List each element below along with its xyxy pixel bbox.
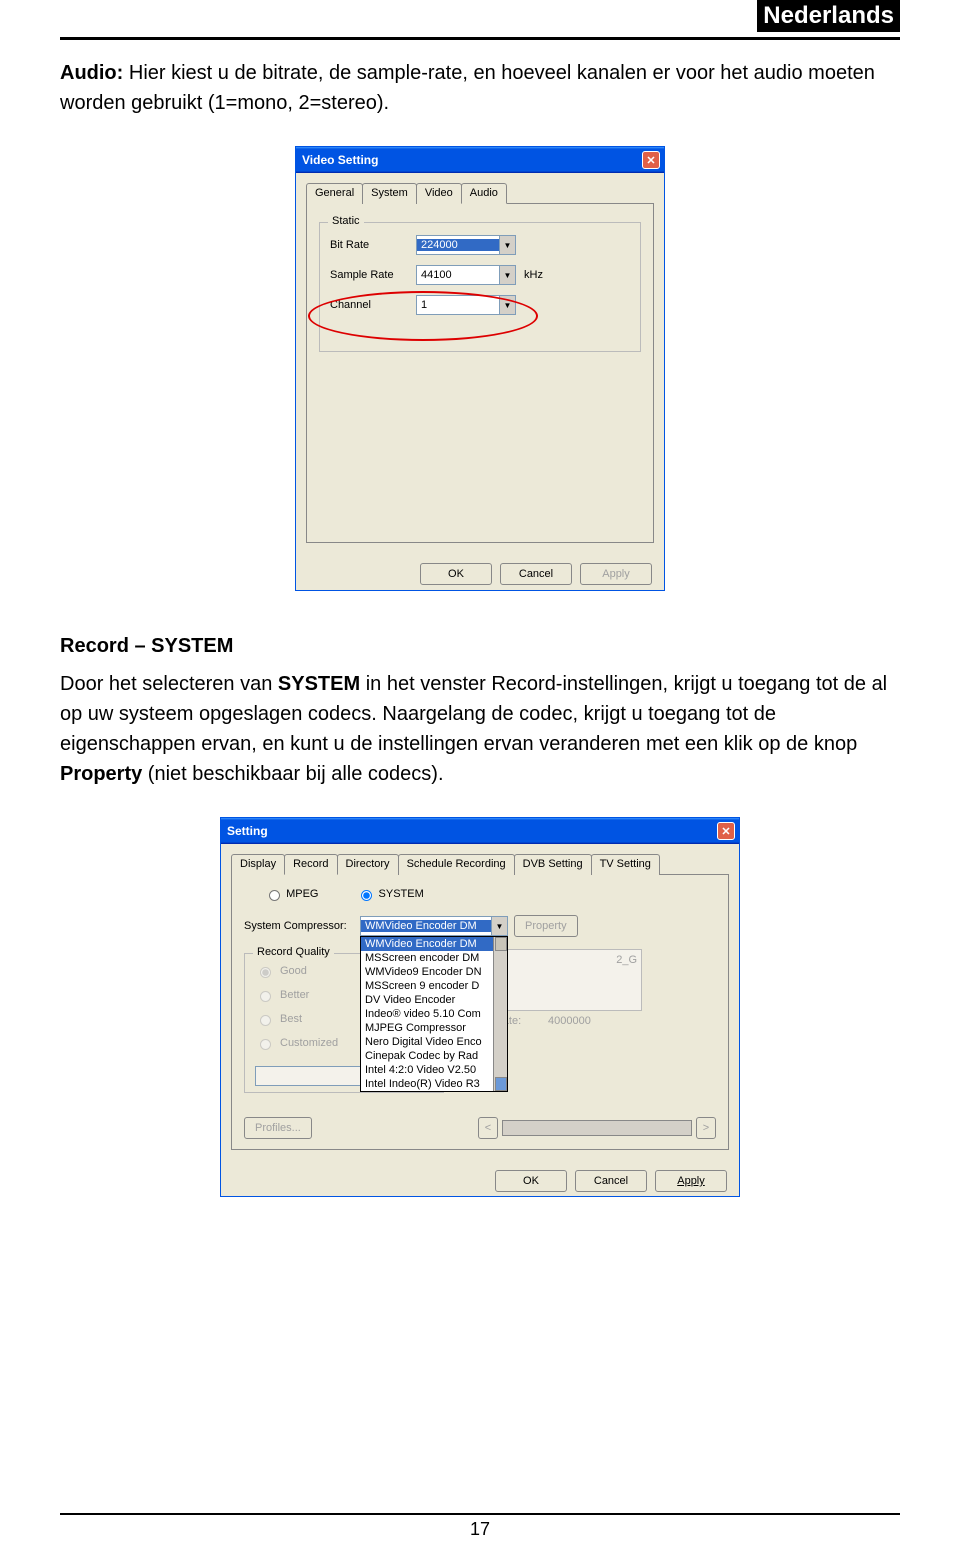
language-label: Nederlands [757, 0, 900, 32]
footer: 17 [0, 1513, 960, 1540]
close-icon[interactable]: ✕ [717, 822, 735, 840]
apply-button: Apply [580, 563, 652, 585]
system-compressor-label: System Compressor: [244, 920, 354, 932]
mpeg-radio-wrap[interactable]: MPEG [264, 887, 318, 901]
channel-value: 1 [417, 299, 499, 311]
chevron-down-icon[interactable]: ▼ [491, 917, 507, 935]
tab-directory[interactable]: Directory [337, 854, 399, 875]
system-radio[interactable] [361, 890, 372, 901]
option[interactable]: Intel 4:2:0 Video V2.50 [361, 1063, 507, 1077]
profiles-button: Profiles... [244, 1117, 312, 1139]
groupbox-title: Static [328, 215, 364, 227]
scroll-up-icon[interactable] [495, 937, 507, 951]
samplerate-value: 44100 [417, 269, 499, 281]
scrollbar[interactable] [493, 937, 507, 1091]
option[interactable]: Nero Digital Video Enco [361, 1035, 507, 1049]
tab-video[interactable]: Video [416, 183, 462, 204]
compressor-dropdown-list[interactable]: WMVideo Encoder DM MSScreen encoder DM W… [360, 936, 508, 1092]
option[interactable]: Indeo® video 5.10 Com [361, 1007, 507, 1021]
option[interactable]: MSScreen 9 encoder D [361, 979, 507, 993]
bitrate-info-value: 4000000 [548, 1015, 591, 1027]
setting-window: Setting ✕ Display Record Directory Sched… [220, 817, 740, 1197]
option[interactable]: MJPEG Compressor [361, 1021, 507, 1035]
samplerate-unit: kHz [524, 269, 543, 281]
bitrate-label: Bit Rate [330, 239, 408, 251]
window-title: Setting [227, 824, 268, 838]
tab-display[interactable]: Display [231, 854, 285, 875]
window-title-bar: Setting ✕ [221, 818, 739, 844]
tab-dvb[interactable]: DVB Setting [514, 854, 592, 875]
intro-paragraph: Audio: Hier kiest u de bitrate, de sampl… [60, 58, 900, 118]
option[interactable]: WMVideo Encoder DM [361, 937, 507, 951]
tab-record[interactable]: Record [284, 854, 337, 875]
chevron-down-icon[interactable]: ▼ [499, 296, 515, 314]
scroll-track [502, 1120, 692, 1136]
ok-button[interactable]: OK [420, 563, 492, 585]
right-info-panel: 2_G 5_1 00 000 BitRate: 4000000 [482, 949, 702, 1033]
tab-general[interactable]: General [306, 183, 363, 204]
tab-panel: MPEG SYSTEM System Compressor: WMVideo E… [231, 874, 729, 1150]
tab-schedule[interactable]: Schedule Recording [398, 854, 515, 875]
close-icon[interactable]: ✕ [642, 151, 660, 169]
samplerate-label: Sample Rate [330, 269, 408, 281]
tab-panel: Static Bit Rate 224000 ▼ Sample Rate 441… [306, 203, 654, 543]
tab-system[interactable]: System [362, 183, 417, 204]
chevron-down-icon[interactable]: ▼ [499, 266, 515, 284]
cancel-button[interactable]: Cancel [575, 1170, 647, 1192]
channel-label: Channel [330, 299, 408, 311]
tab-tv[interactable]: TV Setting [591, 854, 660, 875]
option[interactable]: MSScreen encoder DM [361, 951, 507, 965]
option[interactable]: Cinepak Codec by Rad [361, 1049, 507, 1063]
system-radio-wrap[interactable]: SYSTEM [356, 887, 423, 901]
button-row: OK Cancel Apply [221, 1160, 739, 1202]
button-row: OK Cancel Apply [296, 553, 664, 595]
property-button: Property [514, 915, 578, 937]
record-system-paragraph: Record – SYSTEM Door het selecteren van … [60, 631, 900, 789]
chevron-down-icon[interactable]: ▼ [499, 236, 515, 254]
window-title: Video Setting [302, 153, 378, 167]
system-compressor-value: WMVideo Encoder DM [361, 920, 491, 932]
record-quality-title: Record Quality [253, 946, 334, 958]
audio-bold: Audio: [60, 62, 123, 84]
scroll-left-button: < [478, 1117, 498, 1139]
tabs: General System Video Audio [306, 183, 654, 204]
samplerate-combo[interactable]: 44100 ▼ [416, 265, 516, 285]
cancel-button[interactable]: Cancel [500, 563, 572, 585]
mpeg-radio[interactable] [269, 890, 280, 901]
bitrate-combo[interactable]: 224000 ▼ [416, 235, 516, 255]
ok-button[interactable]: OK [495, 1170, 567, 1192]
system-compressor-combo[interactable]: WMVideo Encoder DM ▼ [360, 916, 508, 936]
audio-text: Hier kiest u de bitrate, de sample-rate,… [60, 62, 875, 114]
channel-combo[interactable]: 1 ▼ [416, 295, 516, 315]
window-title-bar: Video Setting ✕ [296, 147, 664, 173]
option[interactable]: DV Video Encoder [361, 993, 507, 1007]
tabs: Display Record Directory Schedule Record… [231, 854, 729, 875]
bitrate-value: 224000 [417, 239, 499, 251]
apply-button[interactable]: Apply [655, 1170, 727, 1192]
video-setting-window: Video Setting ✕ General System Video Aud… [295, 146, 665, 591]
header-bar: Nederlands [60, 0, 900, 40]
scroll-right-button: > [696, 1117, 716, 1139]
record-system-heading: Record – SYSTEM [60, 631, 900, 661]
page-number: 17 [470, 1519, 490, 1539]
option[interactable]: Intel Indeo(R) Video R3 [361, 1077, 507, 1091]
tab-audio[interactable]: Audio [461, 183, 507, 204]
scroll-down-icon[interactable] [495, 1077, 507, 1091]
option[interactable]: WMVideo9 Encoder DN [361, 965, 507, 979]
